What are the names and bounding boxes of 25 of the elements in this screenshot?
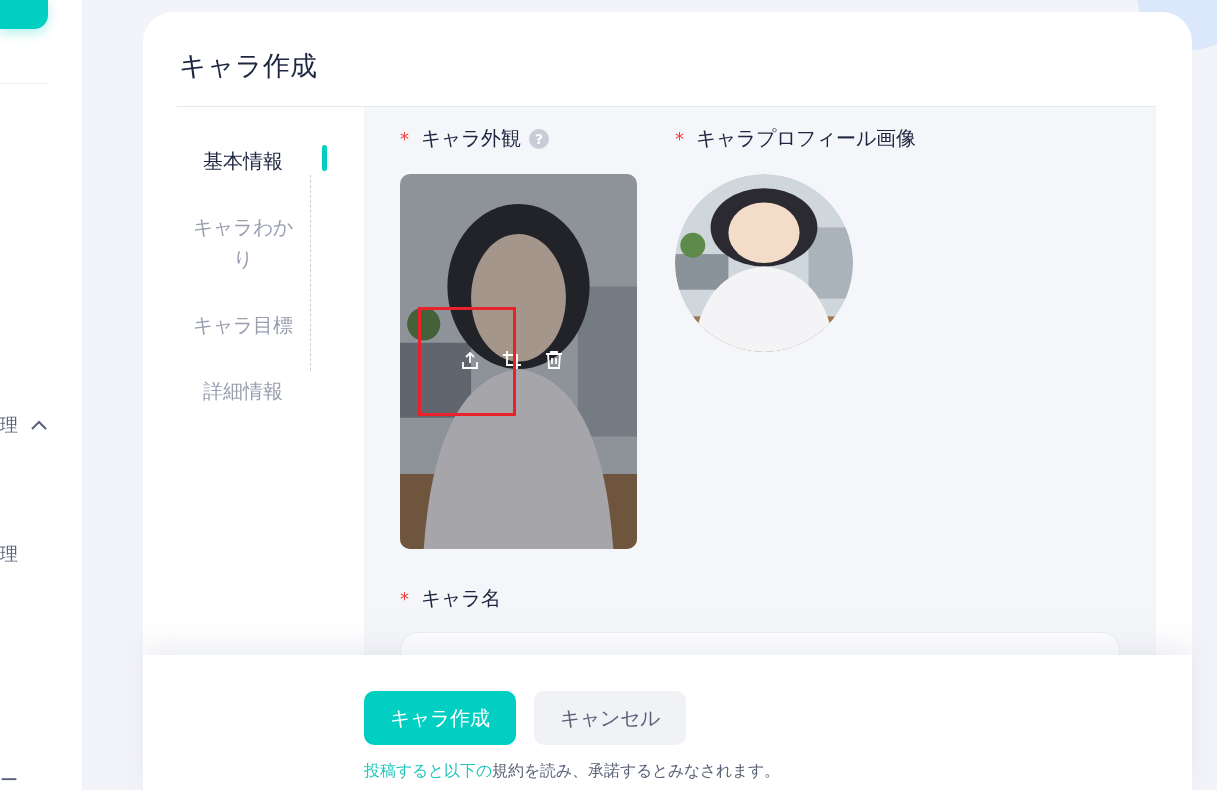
crop-icon[interactable] (502, 350, 522, 370)
help-icon[interactable]: ? (529, 128, 549, 149)
cancel-button[interactable]: キャンセル (534, 691, 686, 745)
create-button[interactable]: キャラ作成 (364, 691, 516, 745)
step-tab[interactable]: 基本情報 (191, 145, 295, 177)
step-tab[interactable]: キャラわかり (191, 211, 295, 275)
sidebar-item[interactable]: 理 (0, 414, 18, 435)
required-mark: * (400, 588, 409, 609)
field-label: キャラプロフィール画像 (696, 125, 916, 152)
required-mark: * (675, 128, 684, 149)
trash-icon[interactable] (544, 350, 564, 370)
upload-icon[interactable] (460, 350, 480, 370)
required-mark: * (400, 128, 409, 149)
terms-link[interactable]: 投稿すると以下の (364, 761, 492, 780)
sidebar-item[interactable]: ー (0, 769, 18, 790)
name-input[interactable] (400, 632, 1120, 657)
page-title: キャラ作成 (179, 49, 317, 83)
field-label: キャラ名 (421, 585, 501, 612)
sidebar-item[interactable]: 理 (0, 543, 18, 564)
active-indicator (322, 145, 327, 171)
step-tab[interactable]: キャラ目標 (191, 309, 295, 341)
caret-icon[interactable] (30, 418, 48, 431)
field-label: キャラ外観 (421, 125, 521, 152)
terms-notice: 投稿すると以下の規約を読み、承諾するとみなされます。 (364, 761, 781, 782)
step-tab[interactable]: 詳細情報 (191, 375, 295, 407)
